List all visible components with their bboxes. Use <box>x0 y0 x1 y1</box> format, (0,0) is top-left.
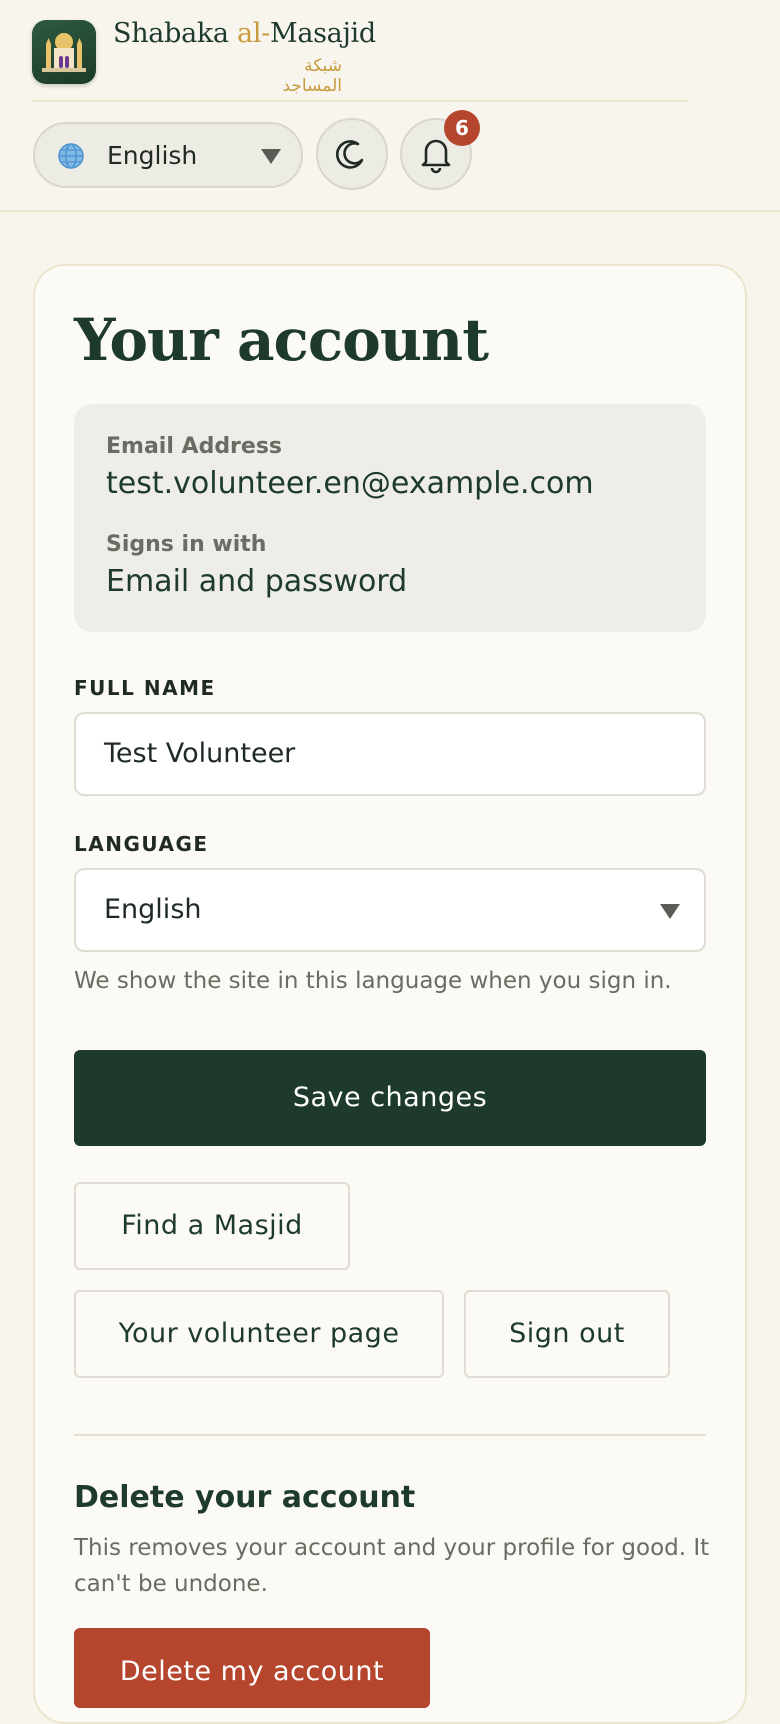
delete-account-heading: Delete your account <box>74 1480 416 1515</box>
language-help-text: We show the site in this language when y… <box>74 968 672 994</box>
language-selector[interactable]: English <box>33 122 303 188</box>
theme-toggle-button[interactable] <box>316 118 388 190</box>
language-select[interactable]: English <box>74 868 706 952</box>
save-changes-button[interactable]: Save changes <box>74 1050 706 1146</box>
globe-icon <box>58 143 84 169</box>
mosque-icon[interactable] <box>32 20 96 84</box>
brand-name-part1: Shabaka <box>113 18 238 49</box>
chevron-down-icon <box>660 904 680 919</box>
email-value: test.volunteer.en@example.com <box>106 466 594 501</box>
notification-count-badge: 6 <box>444 110 480 146</box>
brand-arabic-name: شبكة المساجد <box>282 56 342 96</box>
page-title: Your account <box>74 306 489 374</box>
full-name-value: Test Volunteer <box>104 738 296 769</box>
site-header: Shabaka al-Masajid شبكة المساجد English … <box>0 0 780 212</box>
moon-icon <box>335 140 364 169</box>
delete-account-button[interactable]: Delete my account <box>74 1628 430 1708</box>
full-name-input[interactable]: Test Volunteer <box>74 712 706 796</box>
brand-name-part2: al- <box>237 18 270 49</box>
volunteer-page-button[interactable]: Your volunteer page <box>74 1290 444 1378</box>
email-label: Email Address <box>106 434 283 459</box>
full-name-label: FULL NAME <box>74 676 216 700</box>
section-divider <box>74 1434 706 1436</box>
signin-method-value: Email and password <box>106 564 408 599</box>
sign-out-button[interactable]: Sign out <box>464 1290 670 1378</box>
header-divider <box>32 100 688 102</box>
language-label: LANGUAGE <box>74 832 209 856</box>
chevron-down-icon <box>261 149 281 164</box>
language-select-value: English <box>104 894 202 925</box>
signin-method-label: Signs in with <box>106 532 267 557</box>
delete-account-description: This removes your account and your profi… <box>74 1535 710 1597</box>
brand-name[interactable]: Shabaka al-Masajid <box>113 18 376 49</box>
language-selector-value: English <box>107 141 198 170</box>
find-masjid-button[interactable]: Find a Masjid <box>74 1182 350 1270</box>
brand-name-part3: Masajid <box>269 18 376 49</box>
